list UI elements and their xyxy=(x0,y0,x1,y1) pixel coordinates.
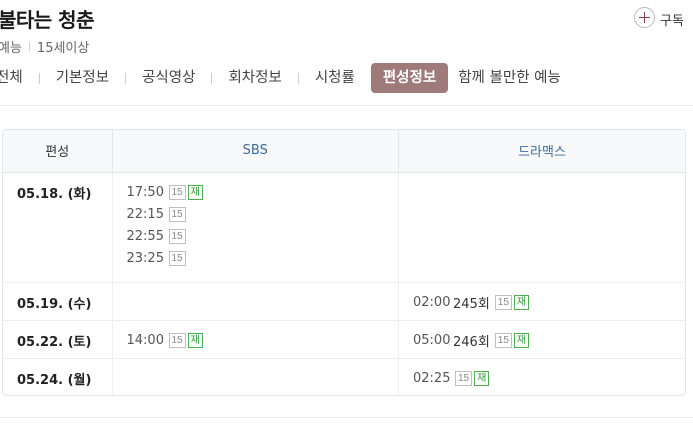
broadcast-slot: 05:00 246회 15 재 xyxy=(413,329,685,353)
sbs-slot-cell xyxy=(112,358,399,395)
broadcast-slot: 23:25 15 xyxy=(127,247,399,271)
tab-divider xyxy=(125,72,127,84)
broadcast-time: 02:00 xyxy=(413,295,451,310)
age-rating-badge: 15 xyxy=(168,185,186,200)
rerun-badge: 재 xyxy=(474,371,490,386)
broadcast-time: 22:55 xyxy=(126,229,164,244)
rerun-badge: 재 xyxy=(513,295,530,310)
program-meta: 예능 15세이상 xyxy=(0,37,89,56)
episode-number[interactable]: 245회 xyxy=(453,293,490,312)
tab-schedule[interactable]: 편성정보 xyxy=(370,63,449,93)
broadcast-time: 14:00 xyxy=(126,333,164,348)
rerun-badge: 재 xyxy=(513,333,530,348)
program-rating: 15세이상 xyxy=(36,41,90,56)
broadcast-time: 22:15 xyxy=(126,207,164,222)
tab-bar: 전체 기본정보 공식영상 회차정보 시청률 편성정보 함께 볼만한 예능 xyxy=(0,63,561,93)
episode-number[interactable]: 246회 xyxy=(453,331,490,350)
table-header-row: 편성 SBS 드라맥스 xyxy=(3,130,685,173)
age-rating-badge: 15 xyxy=(168,251,186,266)
subscribe-button[interactable]: 구독 xyxy=(634,5,684,29)
subscribe-label: 구독 xyxy=(660,14,684,29)
sbs-slot-cell xyxy=(112,282,399,321)
tab-basic-info[interactable]: 기본정보 xyxy=(56,63,109,93)
age-rating-badge: 15 xyxy=(494,295,512,310)
dramax-slot-cell: 02:00 245회 15 재 xyxy=(398,282,685,321)
dramax-slot-cell: 05:00 246회 15 재 xyxy=(398,320,685,359)
age-rating-badge: 15 xyxy=(494,333,512,348)
table-row: 05.22. (토) 14:00 15 재 05:00 246회 15 재 xyxy=(3,320,685,359)
divider xyxy=(0,417,693,418)
age-rating-badge: 15 xyxy=(168,229,186,244)
schedule-date: 05.24. (월) xyxy=(3,358,113,395)
broadcast-slot: 02:25 15 재 xyxy=(413,367,685,391)
meta-divider xyxy=(28,41,30,52)
plus-icon xyxy=(634,6,655,28)
broadcast-slot: 22:15 15 xyxy=(127,203,399,227)
rerun-badge: 재 xyxy=(187,185,203,200)
broadcast-slot: 17:50 15 재 xyxy=(127,181,399,205)
rerun-badge: 재 xyxy=(187,333,203,348)
schedule-date: 05.22. (토) xyxy=(3,320,113,359)
schedule-table: 편성 SBS 드라맥스 05.18. (화) 17:50 15 재 22:15 15 22:… xyxy=(2,129,686,396)
age-rating-badge: 15 xyxy=(455,371,473,386)
age-rating-badge: 15 xyxy=(168,207,186,222)
tab-related-shows[interactable]: 함께 볼만한 예능 xyxy=(458,63,561,93)
tab-all[interactable]: 전체 xyxy=(0,63,23,93)
table-row: 05.18. (화) 17:50 15 재 22:15 15 22:55 15 23:25 15 xyxy=(3,172,685,283)
broadcast-time: 02:25 xyxy=(413,371,451,386)
broadcast-slot: 14:00 15 재 xyxy=(127,329,399,353)
header-channel-dramax: 드라맥스 xyxy=(398,130,685,173)
sbs-slot-cell: 14:00 15 재 xyxy=(112,320,399,359)
program-genre: 예능 xyxy=(0,41,22,56)
program-title: 불타는 청춘 xyxy=(0,8,94,32)
broadcast-time: 23:25 xyxy=(126,251,164,266)
header-channel-sbs: SBS xyxy=(112,130,399,173)
sbs-slot-cell: 17:50 15 재 22:15 15 22:55 15 23:25 15 xyxy=(112,172,399,283)
tab-divider xyxy=(211,72,213,84)
broadcast-slot: 22:55 15 xyxy=(127,225,399,249)
schedule-date: 05.19. (수) xyxy=(3,282,113,321)
broadcast-time: 17:50 xyxy=(126,185,164,200)
age-rating-badge: 15 xyxy=(168,333,186,348)
schedule-date: 05.18. (화) xyxy=(3,172,113,283)
tab-official-video[interactable]: 공식영상 xyxy=(142,63,195,93)
tab-divider xyxy=(38,72,40,84)
broadcast-slot: 02:00 245회 15 재 xyxy=(413,291,685,315)
tab-divider xyxy=(297,72,299,84)
header-date: 편성 xyxy=(3,130,113,173)
dramax-slot-cell xyxy=(398,172,685,283)
table-row: 05.24. (월) 02:25 15 재 xyxy=(3,358,686,395)
program-header: 불타는 청춘 예능 15세이상 구독 전체 기본정보 공식영상 회차정보 시청률… xyxy=(0,0,693,106)
tab-episode-info[interactable]: 회차정보 xyxy=(228,63,281,93)
tab-ratings[interactable]: 시청률 xyxy=(315,63,355,93)
dramax-slot-cell: 02:25 15 재 xyxy=(399,358,686,395)
broadcast-time: 05:00 xyxy=(413,333,451,348)
table-row: 05.19. (수) 02:00 245회 15 재 xyxy=(3,282,685,321)
